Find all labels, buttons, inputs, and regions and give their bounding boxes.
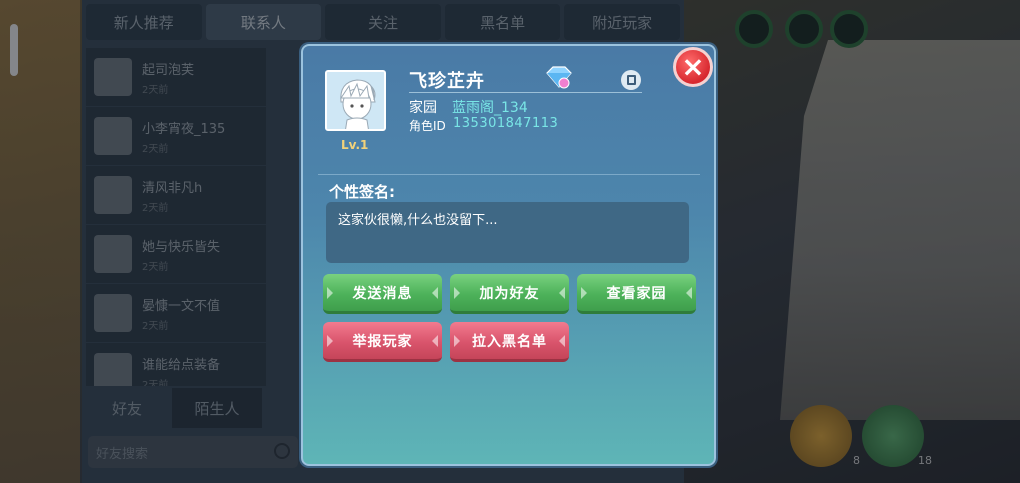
avatar-character-icon <box>327 72 384 129</box>
signature-box: 这家伙很懒,什么也没留下... <box>326 202 689 263</box>
report-player-button[interactable]: 举报玩家 <box>323 322 442 362</box>
role-id-label: 角色ID <box>409 119 446 133</box>
close-button[interactable]: × <box>673 47 713 87</box>
send-message-button[interactable]: 发送消息 <box>323 274 442 314</box>
player-nickname: 飞珍芷卉 <box>409 71 485 92</box>
copy-icon[interactable] <box>621 70 641 90</box>
home-value: 蓝雨阁_134 <box>452 100 528 116</box>
signature-text: 这家伙很懒,什么也没留下... <box>338 213 498 228</box>
player-level: Lv.1 <box>341 138 369 152</box>
add-friend-button[interactable]: 加为好友 <box>450 274 569 314</box>
close-icon: × <box>681 50 705 83</box>
home-label: 家园 <box>409 100 437 116</box>
gem-badge-icon[interactable] <box>544 64 574 90</box>
blacklist-button[interactable]: 拉入黑名单 <box>450 322 569 362</box>
name-underline <box>409 92 642 93</box>
view-home-button[interactable]: 查看家园 <box>577 274 696 314</box>
section-divider <box>318 174 700 175</box>
player-avatar[interactable] <box>325 70 386 131</box>
role-id-value: 135301847113 <box>453 116 559 131</box>
signature-title: 个性签名: <box>329 183 395 201</box>
